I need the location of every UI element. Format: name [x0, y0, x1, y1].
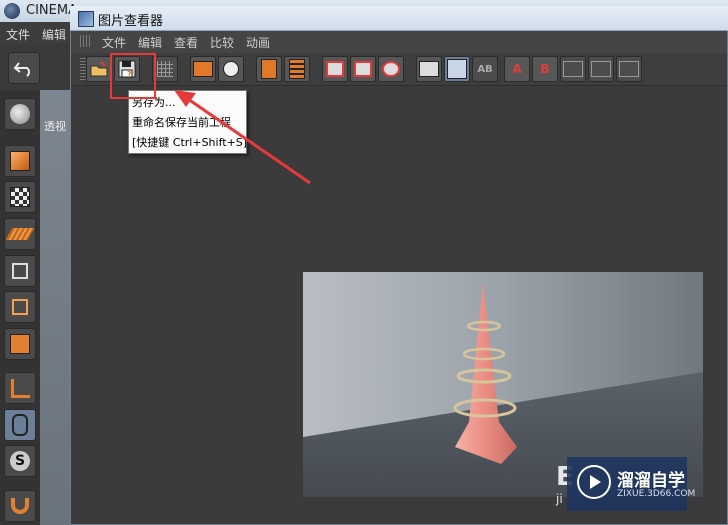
history-list-button[interactable]	[284, 56, 310, 82]
grid-icon	[157, 61, 173, 77]
ab-split-button[interactable]	[444, 56, 470, 82]
points-cube-icon	[12, 263, 28, 279]
cube-icon	[10, 151, 30, 171]
frames-export-icon	[193, 61, 213, 77]
globe-icon	[10, 104, 30, 124]
menubar-grip-icon	[80, 35, 92, 47]
picture-viewer-menubar	[71, 31, 727, 53]
axis-mode-button[interactable]	[4, 372, 36, 404]
watermark-title: 溜溜自学	[617, 471, 685, 491]
compare-frame-icon	[563, 61, 583, 77]
workplane-button[interactable]	[4, 218, 36, 250]
open-file-button[interactable]	[86, 56, 112, 82]
letter-b-icon: B	[540, 62, 550, 76]
picture-viewer-title: 图片查看器	[98, 14, 164, 29]
picture-viewer-icon	[78, 11, 94, 27]
compare-2-button[interactable]	[588, 56, 614, 82]
set-a-button[interactable]: A	[504, 56, 530, 82]
polygons-cube-icon	[10, 334, 30, 354]
watermark-logo-icon	[577, 465, 611, 499]
film-list-icon	[289, 59, 305, 79]
view-mode-3-button[interactable]	[378, 56, 404, 82]
ab-split-icon	[447, 59, 467, 79]
magnet-button[interactable]	[4, 490, 36, 522]
undo-icon	[13, 62, 30, 77]
ab-text-icon: AB	[477, 63, 493, 75]
viewport-eye-2-icon	[354, 61, 372, 77]
checker-cube-icon	[10, 187, 30, 207]
letter-a-icon: A	[512, 62, 522, 76]
compare-1-button[interactable]	[560, 56, 586, 82]
ab-compare-button[interactable]	[416, 56, 442, 82]
annotation-arrow-icon	[174, 90, 311, 185]
viewport[interactable]	[40, 90, 70, 525]
points-mode-button[interactable]	[4, 255, 36, 287]
open-folder-icon	[90, 61, 108, 77]
view-mode-2-button[interactable]	[350, 56, 376, 82]
cinema4d-logo-icon	[4, 3, 20, 19]
play-triangle-icon	[590, 475, 601, 489]
pv-menu-compare[interactable]: 比较	[210, 34, 234, 51]
main-menu-file[interactable]: 文件	[6, 26, 30, 43]
highlight-box	[110, 53, 156, 99]
snap-s-icon: S	[10, 451, 30, 471]
ab-label-button[interactable]: AB	[472, 56, 498, 82]
grid-plane-icon	[5, 228, 35, 240]
ab-compare-icon	[419, 61, 439, 77]
texture-mode-button[interactable]	[4, 181, 36, 213]
multi-eye-icon	[382, 61, 400, 77]
tweak-mode-button[interactable]	[4, 409, 36, 441]
pv-menu-view[interactable]: 查看	[174, 34, 198, 51]
pv-menu-file[interactable]: 文件	[102, 34, 126, 51]
edges-mode-button[interactable]	[4, 291, 36, 323]
film-delete-icon	[261, 59, 277, 79]
render-to-viewer-button[interactable]	[218, 56, 244, 82]
model-mode-button[interactable]	[4, 145, 36, 177]
magnet-icon	[11, 498, 29, 514]
edges-cube-icon	[12, 299, 28, 315]
watermark-url: ZIXUE.3D66.COM	[617, 489, 696, 499]
person-arrow-icon	[223, 61, 239, 77]
compare-frame-3-icon	[619, 61, 639, 77]
compare-3-button[interactable]	[616, 56, 642, 82]
compare-frame-2-icon	[591, 61, 611, 77]
delete-images-button[interactable]	[256, 56, 282, 82]
viewport-label: 透视	[44, 120, 66, 133]
export-frames-button[interactable]	[190, 56, 216, 82]
view-mode-1-button[interactable]	[322, 56, 348, 82]
pv-menu-edit[interactable]: 编辑	[138, 34, 162, 51]
watermark-partial-text: ji	[556, 492, 563, 506]
undo-button[interactable]	[8, 52, 40, 84]
axis-icon	[10, 378, 30, 398]
world-axis-tool-button[interactable]	[4, 98, 36, 130]
pv-menu-animation[interactable]: 动画	[246, 34, 270, 51]
set-b-button[interactable]: B	[532, 56, 558, 82]
viewport-eye-icon	[326, 61, 344, 77]
picture-viewer-titlebar[interactable]	[70, 6, 728, 31]
main-menu-edit[interactable]: 编辑	[42, 26, 66, 43]
mouse-icon	[12, 414, 28, 436]
polygons-mode-button[interactable]	[4, 328, 36, 360]
snap-button[interactable]: S	[4, 445, 36, 477]
